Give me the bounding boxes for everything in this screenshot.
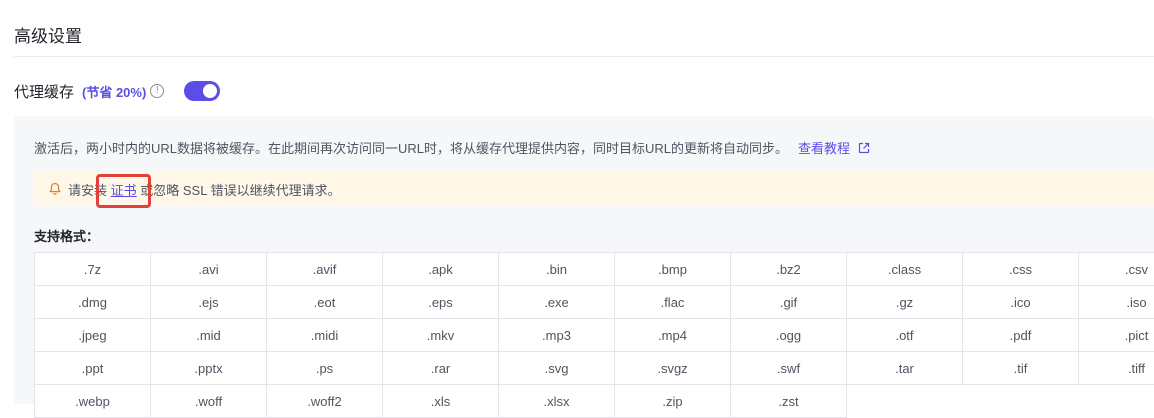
- format-cell: .ps: [267, 352, 383, 385]
- proxy-cache-label: 代理缓存: [14, 83, 75, 101]
- format-cell: .ppt: [35, 352, 151, 385]
- ssl-warning-bar: 请安装 证书 或忽略 SSL 错误以继续代理请求。: [34, 172, 1154, 206]
- proxy-cache-row: 代理缓存 (节省 20%) !: [14, 80, 221, 102]
- format-cell: .ejs: [151, 286, 267, 319]
- format-cell: .gif: [731, 286, 847, 319]
- format-cell: .xlsx: [499, 385, 615, 418]
- formats-grid: .7z .avi .avif .apk .bin .bmp .bz2 .class .css .c…: [34, 252, 1154, 418]
- format-cell: .midi: [267, 319, 383, 352]
- proxy-cache-panel: 激活后，两小时内的URL数据将被缓存。在此期间再次访问同一URL时，将从缓存代理…: [14, 116, 1154, 418]
- info-icon[interactable]: !: [150, 84, 165, 98]
- format-cell: .mp3: [499, 319, 615, 352]
- section-title: 高级设置: [14, 27, 82, 46]
- format-cell: .rar: [383, 352, 499, 385]
- format-cell: .class: [847, 253, 963, 286]
- format-cell: .dmg: [35, 286, 151, 319]
- format-cell: .exe: [499, 286, 615, 319]
- divider: [14, 56, 1154, 57]
- format-cell: .bz2: [731, 253, 847, 286]
- format-cell: .webp: [35, 385, 151, 418]
- format-cell: .zst: [731, 385, 847, 418]
- format-cell: .mid: [151, 319, 267, 352]
- format-cell: .gz: [847, 286, 963, 319]
- format-cell: .ogg: [731, 319, 847, 352]
- certificate-highlight-box: [96, 174, 151, 208]
- warning-suffix: 或忽略 SSL 错误以继续代理请求。: [136, 182, 341, 198]
- format-cell: .tif: [963, 352, 1079, 385]
- format-cell: .csv: [1079, 253, 1154, 286]
- format-cell: .swf: [731, 352, 847, 385]
- format-cell: .pdf: [963, 319, 1079, 352]
- format-cell: .apk: [383, 253, 499, 286]
- proxy-cache-saving: (节省 20%): [82, 84, 147, 100]
- format-cell: .woff: [151, 385, 267, 418]
- format-cell: .svg: [499, 352, 615, 385]
- description-text: 激活后，两小时内的URL数据将被缓存。在此期间再次访问同一URL时，将从缓存代理…: [34, 141, 789, 156]
- format-cell: .jpeg: [35, 319, 151, 352]
- format-cell: .woff2: [267, 385, 383, 418]
- format-cell: .avif: [267, 253, 383, 286]
- format-cell: .mp4: [615, 319, 731, 352]
- format-cell: .pptx: [151, 352, 267, 385]
- format-cell: .xls: [383, 385, 499, 418]
- format-cell: .pict: [1079, 319, 1154, 352]
- tutorial-link[interactable]: 查看教程: [798, 141, 850, 156]
- format-cell: .tiff: [1079, 352, 1154, 385]
- format-cell: .bmp: [615, 253, 731, 286]
- format-cell: .eot: [267, 286, 383, 319]
- external-link-icon[interactable]: [858, 142, 870, 154]
- format-cell: .tar: [847, 352, 963, 385]
- formats-label: 支持格式：: [34, 229, 100, 244]
- toggle-knob: [203, 84, 218, 98]
- format-cell: .7z: [35, 253, 151, 286]
- format-cell: .zip: [615, 385, 731, 418]
- format-cell: .avi: [151, 253, 267, 286]
- description-line: 激活后，两小时内的URL数据将被缓存。在此期间再次访问同一URL时，将从缓存代理…: [34, 138, 870, 157]
- format-cell: .mkv: [383, 319, 499, 352]
- bell-icon: [49, 182, 61, 195]
- format-cell: .otf: [847, 319, 963, 352]
- format-cell: .css: [963, 253, 1079, 286]
- format-cell: .bin: [499, 253, 615, 286]
- format-cell: .eps: [383, 286, 499, 319]
- format-cell: .flac: [615, 286, 731, 319]
- format-cell: .ico: [963, 286, 1079, 319]
- format-cell: .iso: [1079, 286, 1154, 319]
- format-cell: .svgz: [615, 352, 731, 385]
- proxy-cache-toggle[interactable]: [184, 81, 221, 101]
